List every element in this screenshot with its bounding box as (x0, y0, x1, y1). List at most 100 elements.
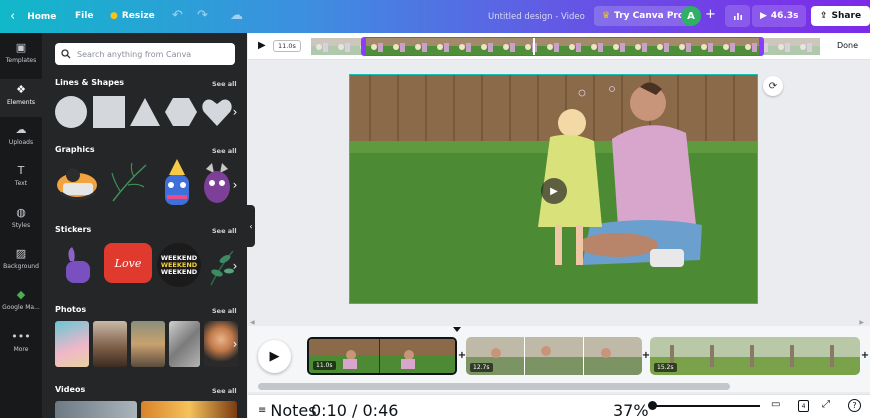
rail-item-styles[interactable]: ◍ Styles (0, 206, 42, 240)
scroll-left-icon[interactable]: ◀ (250, 319, 255, 326)
photo-thumbnail[interactable] (55, 321, 89, 367)
text-icon: T (17, 164, 25, 177)
photo-thumbnail[interactable] (169, 321, 200, 367)
playhead-marker[interactable] (453, 327, 461, 332)
templates-icon: ▣ (15, 41, 27, 54)
photo-thumbnail[interactable] (131, 321, 165, 367)
rail-item-elements[interactable]: ❖ Elements (0, 79, 42, 117)
left-rail: ▣ Templates ❖ Elements ☁ Uploads T Text … (0, 33, 42, 418)
clip-duration: 11.0s (313, 361, 336, 370)
more-icon: ••• (11, 330, 31, 343)
rail-label: Styles (11, 222, 31, 229)
video-play-icon[interactable]: ▶ (541, 178, 567, 204)
square-shape[interactable] (93, 96, 125, 128)
help-icon[interactable]: ? (848, 399, 861, 412)
graphic-party-character[interactable] (157, 159, 197, 209)
undo-icon[interactable]: ↶ (172, 8, 183, 23)
present-button[interactable]: ▶ 46.3s (752, 5, 807, 27)
see-all-stickers[interactable]: See all (212, 227, 237, 235)
redo-icon[interactable]: ↷ (197, 8, 208, 23)
graphic-reading-person[interactable] (55, 163, 101, 205)
search-input[interactable] (77, 49, 227, 59)
timeline-scrollbar[interactable] (258, 383, 730, 390)
scroll-right-icon[interactable]: ▶ (859, 319, 864, 326)
search-box[interactable] (55, 43, 235, 65)
canvas-scroll-arrows[interactable]: ◀ ▶ (250, 319, 868, 326)
refresh-icon[interactable]: ⟳ (763, 76, 783, 96)
clip-duration: 15.2s (654, 363, 677, 372)
fullscreen-icon[interactable]: ⤢ (822, 399, 830, 410)
triangle-shape[interactable] (129, 96, 161, 128)
add-collaborator-icon[interactable]: + (705, 7, 716, 22)
circle-shape[interactable] (55, 96, 87, 128)
timeline-play-button[interactable]: ▶ (258, 340, 291, 373)
sticker-finger-heart[interactable] (60, 243, 96, 287)
share-icon: ⇪ (820, 11, 828, 21)
see-all-photos[interactable]: See all (212, 307, 237, 315)
search-icon (61, 49, 71, 59)
zoom-slider-handle[interactable] (648, 401, 657, 410)
top-bar: ‹ Home File ● Resize ↶ ↷ ☁ Untitled desi… (0, 0, 870, 33)
design-title[interactable]: Untitled design - Video (488, 12, 585, 22)
time-display: 0:10 / 0:46 (311, 401, 399, 418)
rail-item-templates[interactable]: ▣ Templates (0, 41, 42, 75)
chevron-right-icon[interactable]: › (228, 174, 242, 196)
page-count: 4 (801, 402, 806, 410)
avatar[interactable]: A (681, 6, 701, 26)
photo-thumbnail[interactable] (93, 321, 127, 367)
share-button[interactable]: ⇪ Share (811, 6, 870, 26)
chevron-right-icon[interactable]: › (228, 255, 242, 277)
zoom-slider[interactable] (652, 405, 760, 407)
clip-duration: 12.7s (470, 363, 493, 372)
file-menu[interactable]: File (75, 11, 93, 21)
selected-frames (366, 38, 759, 55)
rail-label: More (13, 346, 29, 353)
rail-label: Background (3, 263, 39, 270)
clip-thumbnails (650, 337, 860, 375)
see-all-lines-shapes[interactable]: See all (212, 80, 237, 88)
section-title-stickers: Stickers (55, 225, 92, 234)
home-button[interactable]: ‹ Home (10, 9, 56, 24)
see-all-videos[interactable]: See all (212, 387, 237, 395)
chevron-left-icon: ‹ (10, 9, 16, 24)
sticker-love[interactable]: Love (104, 243, 152, 283)
timeline-clip[interactable]: 11.0s (307, 337, 457, 375)
desktop-view-icon[interactable]: ▭ (771, 399, 780, 410)
zoom-level[interactable]: 37% (613, 401, 649, 418)
see-all-graphics[interactable]: See all (212, 147, 237, 155)
sticker-weekend[interactable]: WEEKEND WEEKEND WEEKEND (157, 243, 201, 287)
play-icon[interactable]: ▶ (258, 40, 266, 51)
notes-button[interactable]: ≡ Notes (258, 401, 317, 418)
styles-icon: ◍ (16, 206, 26, 219)
clip-time-chip[interactable]: 11.0s (273, 40, 301, 52)
chevron-right-icon[interactable]: › (228, 101, 242, 123)
panel-collapse-handle[interactable]: ‹ (247, 205, 255, 247)
try-pro-label: Try Canva Pro (614, 11, 685, 21)
graphic-leaves[interactable] (108, 161, 148, 205)
try-pro-button[interactable]: ♛ Try Canva Pro (594, 6, 693, 26)
rail-item-uploads[interactable]: ☁ Uploads (0, 123, 42, 157)
cloud-saved-icon[interactable]: ☁ (230, 8, 243, 23)
resize-button[interactable]: ● Resize (110, 11, 155, 21)
video-thumbnail[interactable] (55, 401, 137, 418)
rail-item-text[interactable]: T Text (0, 164, 42, 198)
rail-item-more[interactable]: ••• More (0, 330, 42, 364)
section-title-photos: Photos (55, 305, 87, 314)
rail-label: Google Ma... (2, 304, 40, 311)
timeline-clip[interactable]: 12.7s (466, 337, 642, 375)
scrubber-selection[interactable] (361, 37, 764, 56)
add-clip-icon[interactable]: + (860, 350, 870, 361)
chevron-right-icon[interactable]: › (228, 333, 242, 355)
done-button[interactable]: Done (837, 41, 858, 50)
elements-icon: ❖ (16, 83, 26, 96)
notes-icon: ≡ (258, 405, 267, 416)
insights-icon[interactable] (725, 5, 750, 27)
timeline-clip[interactable]: 15.2s (650, 337, 860, 375)
hexagon-shape[interactable] (165, 96, 197, 128)
video-canvas[interactable]: ▶ (349, 74, 758, 304)
video-thumbnail[interactable] (141, 401, 237, 418)
page-count-button[interactable]: 4 (798, 400, 809, 412)
home-label: Home (27, 11, 57, 22)
rail-item-google-maps[interactable]: ◆ Google Ma... (0, 288, 42, 322)
rail-item-background[interactable]: ▨ Background (0, 247, 42, 281)
